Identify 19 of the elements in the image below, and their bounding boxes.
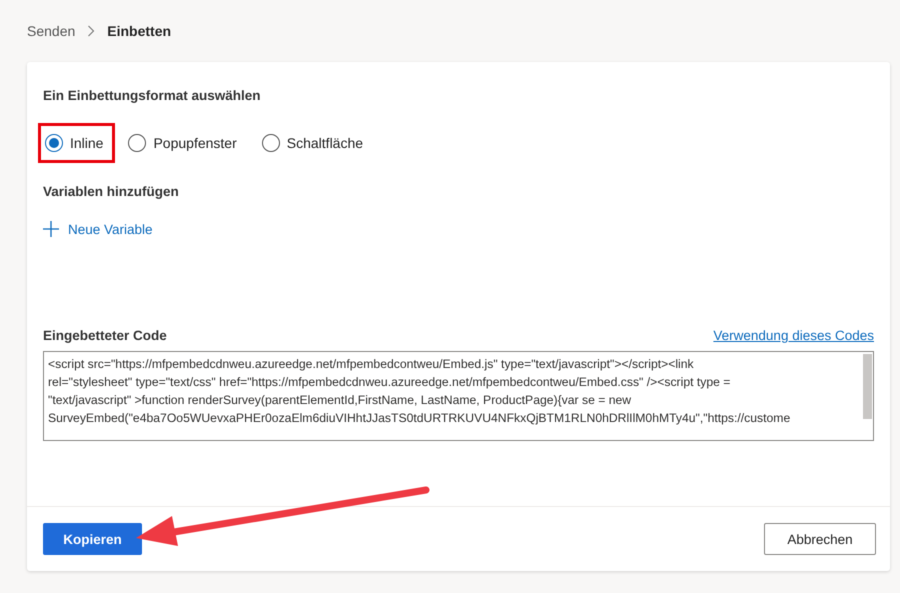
radio-button[interactable] [128, 134, 146, 152]
radio-button[interactable] [45, 134, 63, 152]
chevron-right-icon [87, 25, 96, 37]
plus-icon [43, 221, 59, 237]
breadcrumb-item[interactable]: Senden [27, 23, 76, 39]
section-heading: Variablen hinzufügen [43, 184, 180, 199]
scrollbar-thumb[interactable] [863, 354, 872, 419]
radio-option[interactable]: Inline [38, 123, 116, 163]
radio-option[interactable]: Schaltfläche [254, 123, 376, 163]
help-link[interactable]: Verwendung dieses Codes [713, 328, 874, 343]
radio-option[interactable]: Popupfenster [121, 123, 249, 163]
breadcrumb-item: Einbetten [107, 23, 172, 39]
section-heading: Eingebetteter Code [43, 328, 167, 343]
new-variable-link[interactable]: Neue Variable [68, 222, 153, 236]
code-textarea[interactable]: <script src="https://mfpembedcdnweu.azureedge.net/mfpembedcontweu/Embed.js" type="text/javascript"></script><link rel="stylesheet" type="text/css" href="https://mfpembedcdnweu.azureedge.net/mfpembedcontweu/Embed.css" /><script type = "text/javascript" >function renderSurvey(parentElementId,FirstName, LastName, ProductPage){var se = new SurveyEmbed("e4ba7Oo5WUevxaPHEr0ozaElm6diuVIHhtJJasTS0tdURTRKUVU4NFkxQjBTM1RLN0hDRlIlM0hMTy4u","https://custome [43, 351, 874, 441]
cancel-button[interactable]: Abbrechen [764, 523, 876, 555]
copy-button[interactable]: Kopieren [43, 523, 142, 555]
radio-button[interactable] [262, 134, 280, 152]
section-heading: Ein Einbettungsformat auswählen [43, 88, 262, 103]
